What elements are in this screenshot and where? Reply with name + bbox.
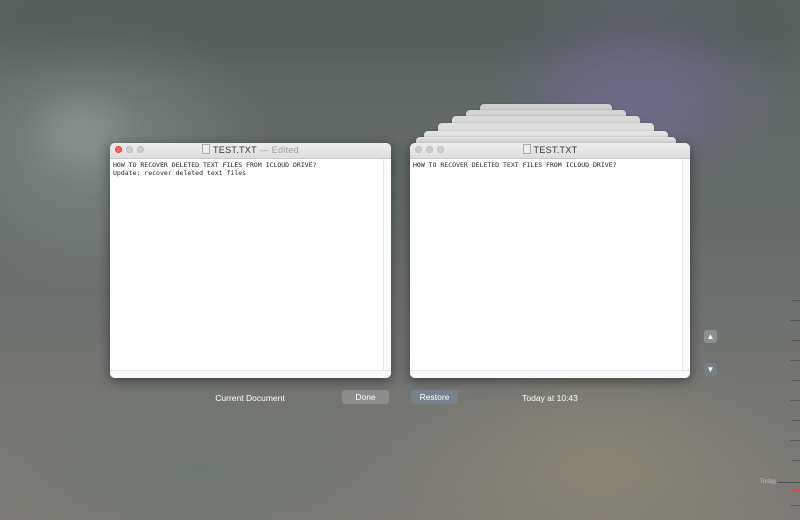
title-bar[interactable]: TEST.TXT — Edited [110,143,391,159]
document-icon [201,144,210,154]
document-icon [522,144,531,154]
text-content[interactable]: HOW TO RECOVER DELETED TEXT FILES FROM I… [110,159,383,370]
edited-status: Edited [271,145,299,155]
chevron-down-icon[interactable]: ▼ [704,363,717,376]
text-line: Update: recover deleted text files [113,169,247,177]
timeline-today-marker[interactable] [778,482,800,483]
window-title: TEST.TXT — Edited [110,144,391,155]
vertical-scrollbar[interactable] [383,159,391,370]
timeline-tick [792,300,800,301]
window-title: TEST.TXT [410,144,690,155]
window-title-text: TEST.TXT [212,145,257,155]
text-line: HOW TO RECOVER DELETED TEXT FILES FROM I… [413,161,617,169]
chevron-up-icon[interactable]: ▲ [704,330,717,343]
timeline-tick [792,340,800,341]
title-separator: — [259,145,269,155]
timeline-tick [792,380,800,381]
timeline-tick [790,360,800,361]
background-blur [40,100,120,160]
vertical-scrollbar[interactable] [682,159,690,370]
window-title-text: TEST.TXT [533,145,578,155]
current-document-label: Current Document [215,393,285,403]
horizontal-scrollbar[interactable] [410,370,690,378]
timeline-tick [790,400,800,401]
version-timestamp-label: Today at 10:43 [522,393,578,403]
timeline-tick [790,505,800,506]
timeline-tick [792,420,800,421]
timeline-current-marker[interactable] [792,490,800,491]
restore-button[interactable]: Restore [411,390,458,404]
version-window[interactable]: TEST.TXT HOW TO RECOVER DELETED TEXT FIL… [410,143,690,378]
current-document-window[interactable]: TEST.TXT — Edited HOW TO RECOVER DELETED… [110,143,391,378]
timeline-today-label: Today [759,479,776,485]
text-line: HOW TO RECOVER DELETED TEXT FILES FROM I… [113,161,317,169]
done-button[interactable]: Done [342,390,389,404]
timeline-tick [792,460,800,461]
timeline-tick [790,320,800,321]
title-bar[interactable]: TEST.TXT [410,143,690,159]
timeline-tick [790,440,800,441]
text-content: HOW TO RECOVER DELETED TEXT FILES FROM I… [410,159,682,370]
horizontal-scrollbar[interactable] [110,370,391,378]
